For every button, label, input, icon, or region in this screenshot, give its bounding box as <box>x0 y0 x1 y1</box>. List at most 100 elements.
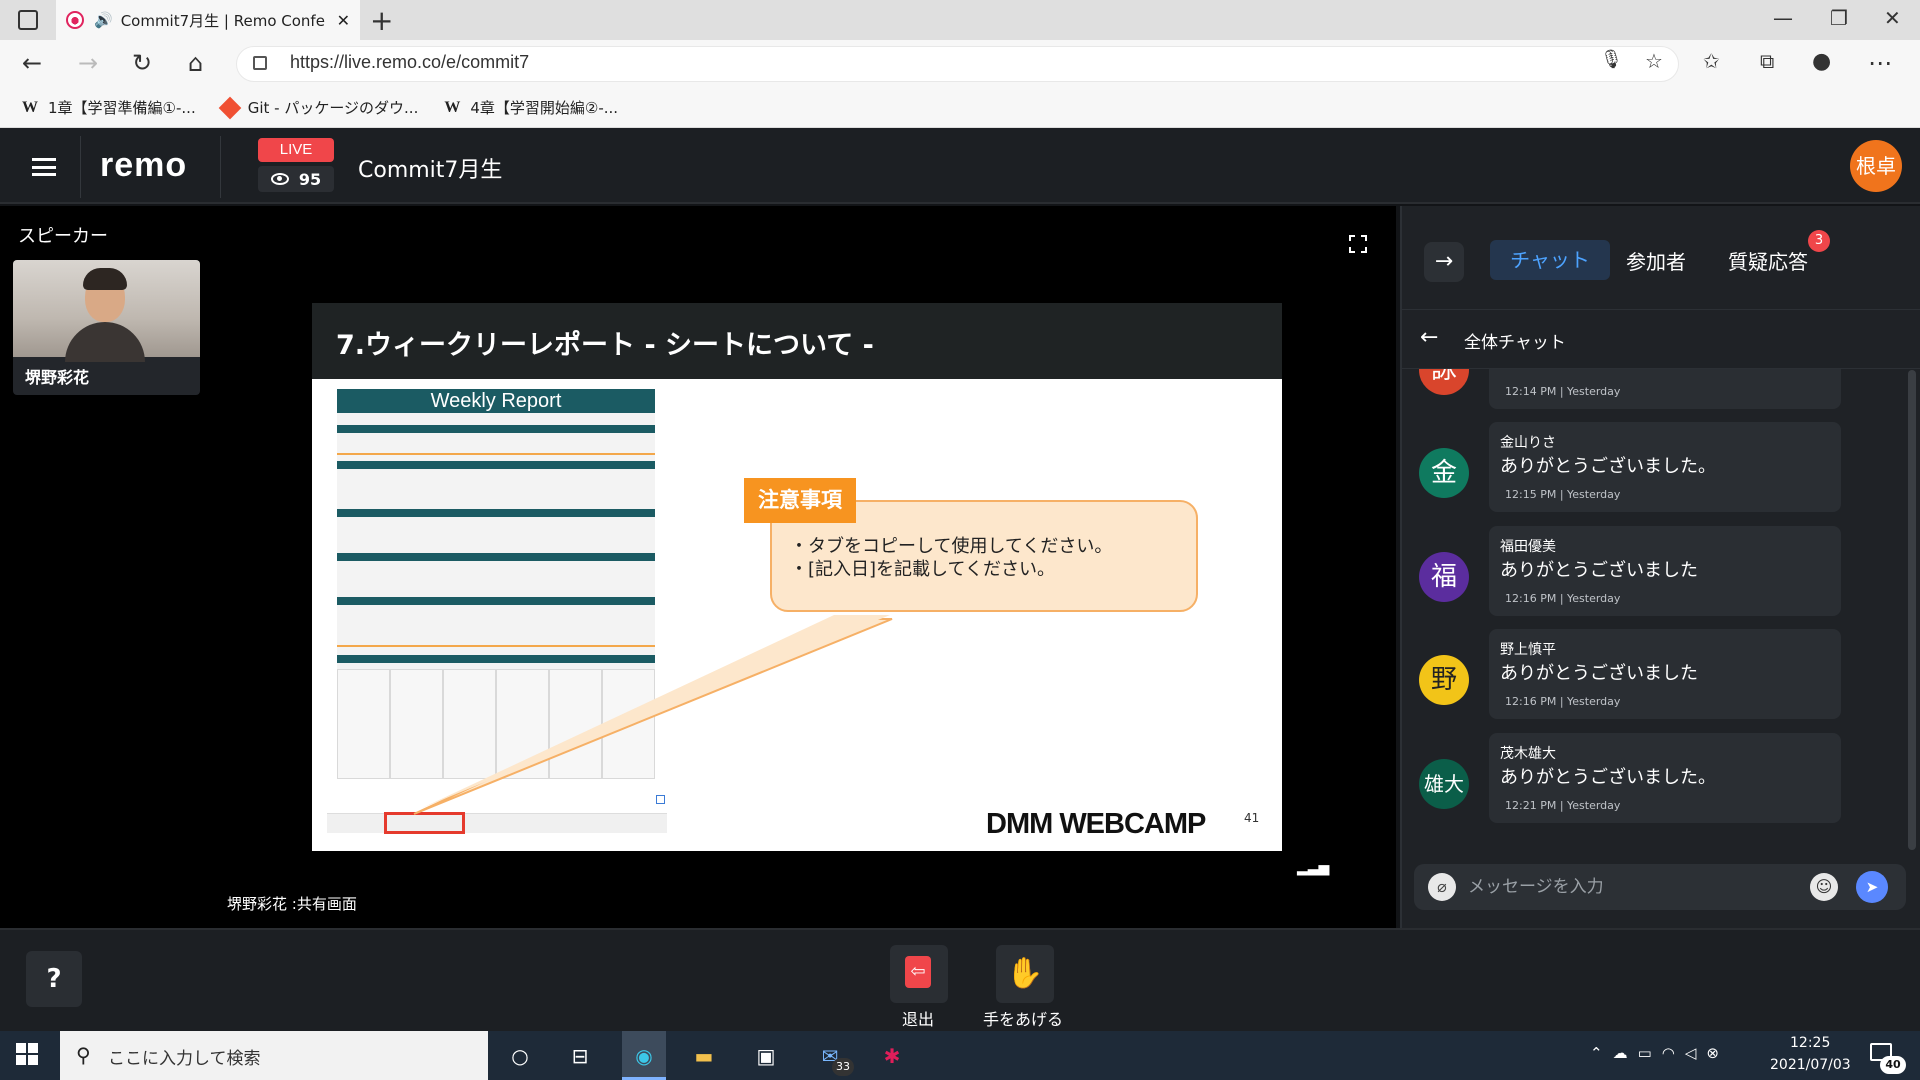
tab-chat[interactable]: チャット <box>1490 240 1610 280</box>
tab-qa[interactable]: 質疑応答 <box>1728 246 1808 275</box>
favorite-star-icon[interactable]: ☆ <box>1645 49 1663 73</box>
viewer-count-value: 95 <box>298 169 322 189</box>
dmm-webcamp-logo: DMM WEBCAMP <box>986 808 1206 840</box>
bookmark-item[interactable]: W 4章【学習開始編②-... <box>444 97 618 118</box>
eye-icon <box>270 173 289 185</box>
message-time: 12:16 PM | Yesterday <box>1505 695 1621 708</box>
attachment-icon[interactable]: ⌀ <box>1428 873 1456 901</box>
remo-favicon-icon <box>66 11 84 29</box>
edge-browser-icon[interactable]: ◉ <box>626 1038 662 1074</box>
bottom-control-bar <box>0 928 1920 1031</box>
message-time: 12:21 PM | Yesterday <box>1505 799 1621 812</box>
message-time: 12:14 PM | Yesterday <box>1505 385 1621 398</box>
close-window-button[interactable]: ✕ <box>1884 6 1901 30</box>
clock-time[interactable]: 12:25 <box>1790 1035 1830 1051</box>
message-text: ありがとうございました。 <box>1500 767 1716 788</box>
tab-title: Commit7月生 | Remo Confe <box>120 11 325 30</box>
maximize-button[interactable]: ❐ <box>1830 6 1848 30</box>
file-explorer-icon[interactable]: ▬ <box>686 1038 722 1074</box>
exit-label: 退出 <box>902 1010 935 1029</box>
cortana-icon[interactable]: ○ <box>502 1038 538 1074</box>
message-input[interactable] <box>1468 870 1798 904</box>
tab-participants[interactable]: 参加者 <box>1626 246 1686 275</box>
browser-tab[interactable]: 🔊 Commit7月生 | Remo Confe ✕ <box>56 0 360 40</box>
raise-hand-label: 手をあげる <box>983 1010 1064 1029</box>
shared-screen-slide: 7.ウィークリーレポート - シートについて - Weekly Report 注… <box>312 303 1282 851</box>
divider <box>1400 309 1920 310</box>
slack-icon[interactable]: ✱ <box>874 1038 910 1074</box>
bookmark-label: Git - パッケージのダウ... <box>247 99 419 117</box>
wordpress-icon: W <box>444 98 461 116</box>
collections-icon[interactable]: ⧉ <box>1760 49 1774 73</box>
message-list[interactable]: 詠 12:14 PM | Yesterday 金 金山りさ ありがとうございまし… <box>1400 369 1908 854</box>
favorites-icon[interactable]: ✩ <box>1703 49 1720 73</box>
chat-message: 金 金山りさ ありがとうございました。 12:15 PM | Yesterday <box>1400 422 1900 514</box>
bookmark-item[interactable]: Git - パッケージのダウ... <box>218 96 419 119</box>
wordpress-icon: W <box>22 98 38 116</box>
sender-avatar: 野 <box>1419 655 1469 705</box>
minimize-button[interactable]: — <box>1773 6 1793 30</box>
speaker-hair <box>83 268 127 290</box>
bookmark-item[interactable]: W 1章【学習準備編①-... <box>22 97 196 118</box>
viewer-count: 95 <box>258 166 334 192</box>
exit-door-icon[interactable]: ⇦ <box>905 956 931 988</box>
speaker-tile[interactable]: 堺野彩花 <box>13 260 200 395</box>
sender-name: 野上慎平 <box>1500 642 1556 658</box>
sender-avatar: 雄大 <box>1419 759 1469 809</box>
forward-button[interactable]: → <box>78 49 98 77</box>
speaker-shoulders <box>65 322 145 362</box>
windows-start-icon[interactable] <box>16 1043 38 1065</box>
message-text: ありがとうございました。 <box>1500 456 1716 477</box>
more-menu-icon[interactable]: ⋯ <box>1868 49 1892 77</box>
speaker-section-label: スピーカー <box>18 226 108 247</box>
raise-hand-button[interactable]: ✋ <box>996 945 1054 1003</box>
divider <box>80 136 81 198</box>
speaker-video <box>13 260 200 362</box>
clock-date[interactable]: 2021/07/03 <box>1770 1057 1851 1073</box>
collapse-panel-button[interactable]: → <box>1424 242 1464 282</box>
sender-avatar: 金 <box>1419 448 1469 498</box>
help-icon[interactable]: ? <box>26 951 82 1007</box>
fullscreen-icon[interactable] <box>1349 235 1367 253</box>
task-view-icon[interactable]: ⊟ <box>562 1038 598 1074</box>
chat-scrollbar[interactable] <box>1908 370 1916 850</box>
store-icon[interactable]: ▣ <box>748 1038 784 1074</box>
reload-button[interactable]: ↻ <box>132 49 152 77</box>
user-avatar[interactable]: 根卓 <box>1850 140 1902 192</box>
chat-message: 雄大 茂木雄大 ありがとうございました。 12:21 PM | Yesterda… <box>1400 733 1900 825</box>
message-time: 12:16 PM | Yesterday <box>1505 592 1621 605</box>
bookmark-label: 4章【学習開始編②-... <box>470 99 619 117</box>
hamburger-menu-icon[interactable] <box>32 158 56 176</box>
profile-icon[interactable]: ● <box>1812 49 1831 74</box>
back-arrow-icon[interactable]: ← <box>1420 325 1438 350</box>
send-button[interactable]: ➤ <box>1856 871 1888 903</box>
chat-message: 野 野上慎平 ありがとうございました 12:16 PM | Yesterday <box>1400 629 1900 721</box>
sender-name: 金山りさ <box>1500 435 1556 451</box>
search-icon: ⚲ <box>76 1043 91 1067</box>
taskbar-search-text[interactable]: ここに入力して検索 <box>108 1044 261 1069</box>
new-tab-button[interactable]: + <box>370 4 393 37</box>
home-button[interactable]: ⌂ <box>188 49 203 77</box>
chat-message: 福 福田優美 ありがとうございました 12:16 PM | Yesterday <box>1400 526 1900 618</box>
caution-note: ・[記入日]を記載してください。 <box>790 559 1055 580</box>
back-button[interactable]: ← <box>22 49 42 77</box>
sender-name: 福田優美 <box>1500 539 1556 555</box>
event-title: Commit7月生 <box>358 158 503 183</box>
bookmark-label: 1章【学習準備編①-... <box>48 99 196 117</box>
microphone-icon[interactable]: 🎙 <box>1600 49 1623 70</box>
message-time: 12:15 PM | Yesterday <box>1505 488 1621 501</box>
sender-name: 茂木雄大 <box>1500 746 1556 762</box>
url-text[interactable]: https://live.remo.co/e/commit7 <box>290 52 529 73</box>
lock-icon[interactable] <box>253 56 267 70</box>
sender-avatar: 詠 <box>1419 369 1469 395</box>
speaker-name: 堺野彩花 <box>25 368 90 387</box>
emoji-icon[interactable]: ☺ <box>1810 873 1838 901</box>
speaker-audio-icon[interactable]: 🔊 <box>94 11 113 29</box>
qa-count-badge: 3 <box>1808 230 1830 252</box>
share-caption: 堺野彩花 :共有画面 <box>227 895 357 913</box>
chat-message: 詠 12:14 PM | Yesterday <box>1400 369 1900 411</box>
close-tab-icon[interactable]: ✕ <box>337 11 350 30</box>
notification-count: 40 <box>1880 1056 1906 1074</box>
system-tray-icons[interactable]: ⌃☁▭◠◁⊗ <box>1590 1044 1729 1062</box>
tab-actions-icon[interactable] <box>18 10 38 30</box>
